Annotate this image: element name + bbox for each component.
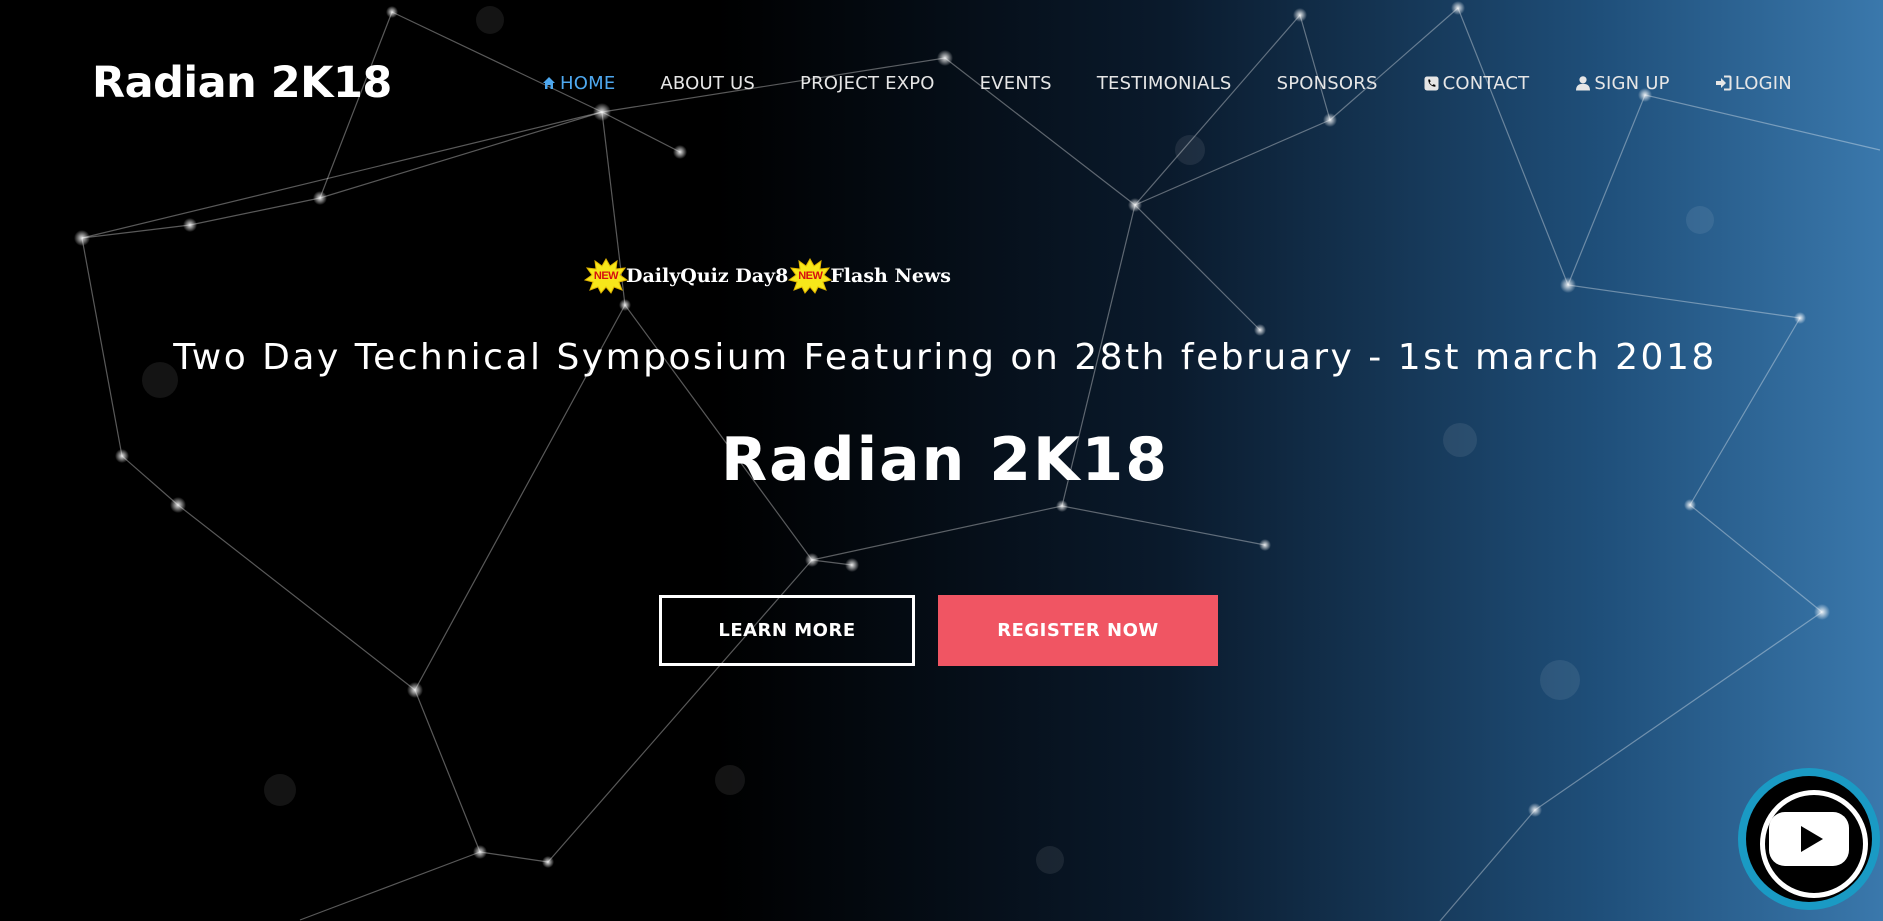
nav-label: ABOUT US xyxy=(660,72,756,94)
hero-section: Radian 2K18 HOME ABOUT US PROJECT EXPO E… xyxy=(0,0,1883,921)
nav-item-login[interactable]: LOGIN xyxy=(1715,73,1792,94)
nav-label: CONTACT xyxy=(1442,72,1530,94)
nav-label: LOGIN xyxy=(1734,72,1792,94)
youtube-button-inner xyxy=(1746,776,1872,902)
nav-label: SPONSORS xyxy=(1276,72,1378,94)
new-badge-icon: NEW xyxy=(788,257,833,294)
main-nav: HOME ABOUT US PROJECT EXPO EVENTS TESTIM… xyxy=(540,68,1792,98)
new-badge-icon: NEW xyxy=(583,257,629,294)
site-brand[interactable]: Radian 2K18 xyxy=(92,53,392,113)
nav-item-testimonials[interactable]: TESTIMONIALS xyxy=(1097,73,1232,94)
nav-item-about[interactable]: ABOUT US xyxy=(660,73,755,94)
learn-more-button[interactable]: LEARN MORE xyxy=(659,595,915,666)
login-icon xyxy=(1715,74,1733,92)
hero-title: Radian 2K18 xyxy=(720,425,1170,495)
nav-item-contact[interactable]: CONTACT xyxy=(1423,73,1530,94)
ticker-label: DailyQuiz Day8 xyxy=(626,265,789,287)
nav-item-project-expo[interactable]: PROJECT EXPO xyxy=(800,73,935,94)
new-badge-text: NEW xyxy=(593,270,619,282)
nav-item-home[interactable]: HOME xyxy=(540,73,615,94)
ticker-item-flash-news[interactable]: NEW Flash News xyxy=(788,257,951,294)
phone-icon xyxy=(1423,74,1441,92)
nav-label: EVENTS xyxy=(979,72,1052,94)
nav-label: TESTIMONIALS xyxy=(1096,72,1232,94)
hero-tagline: Two Day Technical Symposium Featuring on… xyxy=(173,337,1717,378)
youtube-play-button[interactable] xyxy=(1738,768,1880,910)
user-icon xyxy=(1574,74,1592,92)
youtube-icon xyxy=(1769,812,1849,866)
news-ticker: NEW DailyQuiz Day8 NEW Flash News xyxy=(583,257,951,294)
nav-item-sponsors[interactable]: SPONSORS xyxy=(1277,73,1378,94)
nav-label: HOME xyxy=(560,72,616,94)
ticker-item-quiz[interactable]: NEW DailyQuiz Day8 xyxy=(583,257,789,294)
nav-item-events[interactable]: EVENTS xyxy=(980,73,1052,94)
new-badge-text: NEW xyxy=(798,270,823,282)
home-icon xyxy=(540,74,558,92)
register-now-button[interactable]: REGISTER NOW xyxy=(938,595,1218,666)
ticker-label: Flash News xyxy=(830,265,951,287)
nav-label: PROJECT EXPO xyxy=(800,72,935,94)
nav-label: SIGN UP xyxy=(1594,72,1670,94)
nav-item-signup[interactable]: SIGN UP xyxy=(1574,73,1669,94)
